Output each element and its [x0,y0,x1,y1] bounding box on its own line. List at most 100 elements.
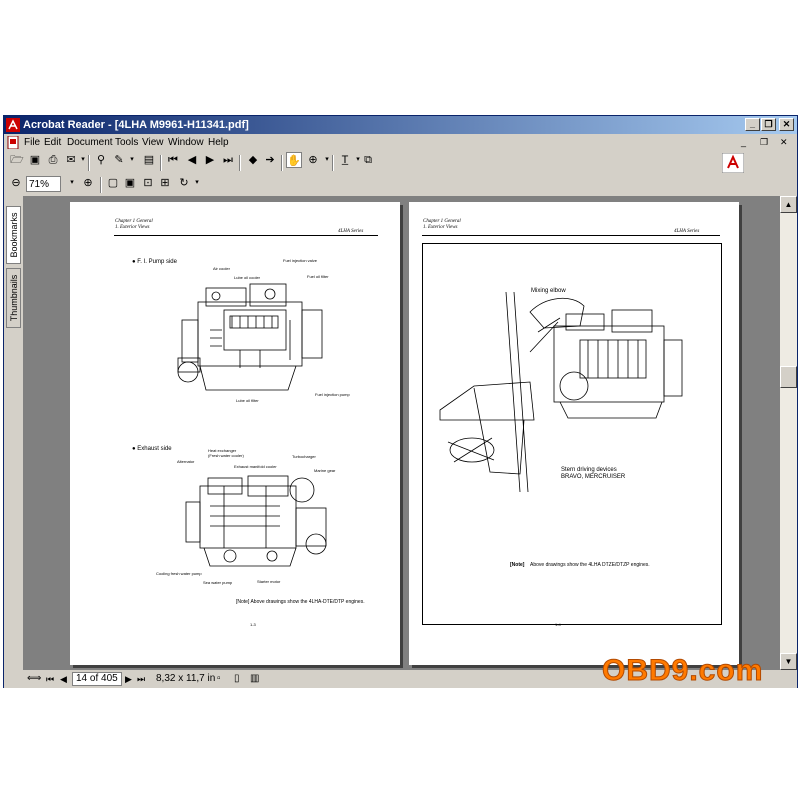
next-page-icon[interactable]: ▶ [125,670,132,688]
title-bar: Acrobat Reader - [4LHA M9961-H11341.pdf]… [4,116,797,134]
menu-view[interactable]: View [142,134,164,151]
adobe-logo-icon[interactable] [722,153,744,173]
toolbar-separator [88,155,90,171]
zoom-input[interactable] [26,176,61,192]
header-rule [114,235,378,236]
restore-button[interactable]: ❐ [761,118,776,131]
next-view-icon[interactable]: ➔ [262,152,278,168]
page-number: 1-4 [555,622,561,627]
tab-thumbnails-label: Thumbnails [8,274,19,322]
save-icon[interactable]: ▣ [27,152,43,168]
scroll-up-button[interactable]: ▲ [780,196,797,213]
toolbar-separator [239,155,241,171]
figure-label: Starter motor [257,579,281,584]
search-icon[interactable]: ⚲ [93,152,109,168]
chevron-down-icon[interactable]: ▾ [64,175,80,191]
fit-visible-icon[interactable]: ⊞ [157,175,173,191]
figure-label: Fuel injection valve [283,258,318,263]
tab-bookmarks-label: Bookmarks [8,212,19,258]
vertical-scrollbar[interactable]: ▲ ▼ [780,196,797,670]
fit-page-icon[interactable]: ▣ [122,175,138,191]
figure-label: Exhaust manifold cooler [234,464,277,469]
fit-width-icon[interactable]: ⊡ [140,175,156,191]
column-select-icon[interactable]: ⧉ [360,152,376,168]
figure-title: ● F. I. Pump side [132,259,177,265]
figure-label: Sea water pump [203,580,233,585]
watermark-logo: OBD9.com [601,654,764,688]
page-note: [Note] Above drawings show the 4LHA-DTE/… [236,599,365,605]
continuous-facing-icon[interactable]: ▥ [250,670,259,688]
tab-thumbnails[interactable]: Thumbnails [6,268,21,328]
first-page-icon[interactable]: ⏮ [46,670,54,688]
doc-close-button[interactable]: ✕ [780,134,788,151]
doc-minimize-button[interactable]: _ [741,134,746,151]
page-number: 1-3 [250,622,256,627]
single-page-icon[interactable]: ▫ [217,670,221,688]
figure-label: Fuel oil filter [307,274,329,279]
engine-sterndrive-drawing [439,292,683,492]
main-toolbar: 🗁 ▣ ⎙ ✉ ▾ ⚲ ✎ ▾ ▤ ⏮ ◀ ▶ ⏭ ◆ ➔ ✋ ⊕ ▾ T̲ ▾… [4,152,797,174]
page-series: 4LHA Series [674,229,700,234]
scroll-thumb[interactable] [780,366,797,388]
continuous-icon[interactable]: ▯ [234,670,240,688]
figure-label: Alternator [177,459,195,464]
open-icon[interactable]: 🗁 [9,152,25,168]
doc-restore-button[interactable]: ❐ [760,134,768,151]
document-viewport[interactable]: Bookmarks Thumbnails Chapter 1 General 1… [4,196,780,670]
next-page-icon[interactable]: ▶ [202,152,218,168]
hand-tool-icon[interactable]: ✋ [286,152,302,168]
chevron-down-icon[interactable]: ▾ [124,152,140,168]
tab-bookmarks[interactable]: Bookmarks [6,206,21,264]
menu-document[interactable]: Document [67,134,113,151]
toolbar-separator [281,155,283,171]
document-icon[interactable] [7,136,19,149]
engine-fi-pump-side-drawing [177,283,323,391]
print-icon[interactable]: ⎙ [45,152,61,168]
acrobat-window: Acrobat Reader - [4LHA M9961-H11341.pdf]… [3,115,798,688]
window-title: Acrobat Reader - [4LHA M9961-H11341.pdf] [23,119,249,131]
scroll-down-button[interactable]: ▼ [780,653,797,670]
menu-file[interactable]: File [24,134,40,151]
page-section: 1. Exterior Views [115,225,150,230]
navigation-pane-icon[interactable]: ▤ [141,152,157,168]
page-series: 4LHA Series [338,229,364,234]
previous-page-icon[interactable]: ◀ [60,670,67,688]
menu-window[interactable]: Window [168,134,204,151]
zoom-in-icon[interactable]: ⊕ [80,175,96,191]
acrobat-app-icon[interactable] [6,118,20,132]
previous-page-icon[interactable]: ◀ [184,152,200,168]
figure-label: Turbocharger [292,454,316,459]
last-page-icon[interactable]: ⏭ [220,152,236,168]
last-page-icon[interactable]: ⏭ [137,670,145,688]
menu-edit[interactable]: Edit [44,134,61,151]
figure-label: (Fresh water cooler) [208,453,244,458]
toolbar-separator [100,177,102,193]
chevron-down-icon[interactable]: ▾ [189,175,205,191]
menu-tools[interactable]: Tools [115,134,138,151]
zoom-out-icon[interactable]: ⊖ [8,175,24,191]
actual-size-icon[interactable]: ▢ [105,175,121,191]
minimize-button[interactable]: _ [745,118,760,131]
engine-exhaust-side-drawing [185,475,327,567]
figure-label: Air cooler [213,266,230,271]
page-note: Above drawings show the 4LHA DTZE/DTZP e… [530,562,650,568]
pdf-page-right: Chapter 1 General 1. Exterior Views 4LHA… [409,202,739,665]
header-rule [422,235,720,236]
page-size-label: 8,32 x 11,7 in [156,673,216,684]
figure-title: ● Exhaust side [132,446,172,452]
page-chapter: Chapter 1 General [423,219,461,224]
pdf-page-left: Chapter 1 General 1. Exterior Views 4LHA… [70,202,400,665]
navigation-tabs: Bookmarks Thumbnails [4,196,24,670]
toolbar-separator [160,155,162,171]
close-button[interactable]: ✕ [779,118,794,131]
page-number-field[interactable]: 14 of 405 [72,672,122,686]
zoom-toolbar: ⊖ ▾ ⊕ ▢ ▣ ⊡ ⊞ ↻ ▾ [4,175,797,195]
split-handle-icon[interactable]: ⟺ [27,670,41,688]
note-tag: [Note] [510,562,525,568]
previous-view-icon[interactable]: ◆ [245,152,261,168]
menu-help[interactable]: Help [208,134,229,151]
toolbar-separator [332,155,334,171]
menu-bar: File Edit Document Tools View Window Hel… [4,134,797,151]
first-page-icon[interactable]: ⏮ [165,152,181,168]
page-chapter: Chapter 1 General [115,219,153,224]
